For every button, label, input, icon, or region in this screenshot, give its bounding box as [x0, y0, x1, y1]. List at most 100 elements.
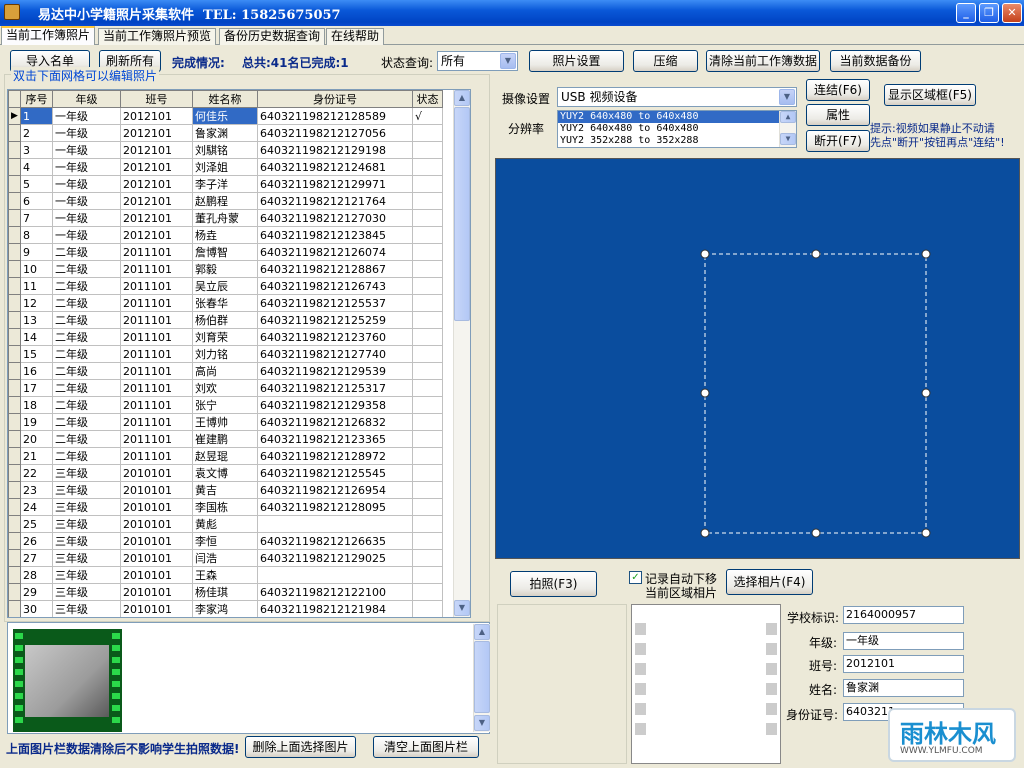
show-frame-button[interactable]: 显示区域框(F5) — [884, 84, 976, 106]
table-cell[interactable]: 8 — [20, 226, 53, 244]
row-indicator[interactable] — [8, 226, 21, 244]
row-indicator[interactable] — [8, 549, 21, 567]
table-cell[interactable]: 640321198212127740 — [257, 345, 413, 363]
table-cell[interactable] — [412, 379, 443, 397]
table-cell[interactable]: 640321198212128972 — [257, 447, 413, 465]
row-indicator[interactable] — [8, 328, 21, 346]
minimize-button[interactable]: _ — [956, 3, 976, 23]
table-cell[interactable]: 二年级 — [52, 345, 121, 363]
table-cell[interactable]: 2010101 — [120, 532, 193, 550]
row-indicator[interactable] — [8, 430, 21, 448]
table-cell[interactable]: 2012101 — [120, 175, 193, 193]
table-cell[interactable]: 三年级 — [52, 583, 121, 601]
table-cell[interactable]: 11 — [20, 277, 53, 295]
table-cell[interactable]: 二年级 — [52, 294, 121, 312]
table-row[interactable]: 25 三年级 2010101 黄彪 — [8, 515, 443, 533]
table-row[interactable]: 15 二年级 2011101 刘力铭 640321198212127740 — [8, 345, 443, 363]
table-row[interactable]: 24 三年级 2010101 李国栋 640321198212128095 — [8, 498, 443, 516]
table-cell[interactable]: √ — [412, 107, 443, 125]
table-cell[interactable]: 2010101 — [120, 583, 193, 601]
table-cell[interactable]: 黄彪 — [192, 515, 258, 533]
table-row[interactable]: 16 二年级 2011101 高尚 640321198212129539 — [8, 362, 443, 380]
table-cell[interactable]: 二年级 — [52, 277, 121, 295]
column-header[interactable]: 身份证号 — [257, 90, 413, 108]
table-cell[interactable]: 2010101 — [120, 481, 193, 499]
row-indicator[interactable] — [8, 379, 21, 397]
table-cell[interactable]: 二年级 — [52, 362, 121, 380]
table-row[interactable]: 17 二年级 2011101 刘欢 640321198212125317 — [8, 379, 443, 397]
table-row[interactable]: 21 二年级 2011101 赵昱琨 640321198212128972 — [8, 447, 443, 465]
table-cell[interactable]: 一年级 — [52, 175, 121, 193]
table-cell[interactable]: 刘力铭 — [192, 345, 258, 363]
table-cell[interactable]: 黄吉 — [192, 481, 258, 499]
table-cell[interactable]: 2012101 — [120, 107, 193, 125]
table-row[interactable]: 20 二年级 2011101 崔建鹏 640321198212123365 — [8, 430, 443, 448]
table-row[interactable]: 7 一年级 2012101 董孔舟蒙 640321198212127030 — [8, 209, 443, 227]
table-row[interactable]: 9 二年级 2011101 詹博智 640321198212126074 — [8, 243, 443, 261]
table-cell[interactable]: 6 — [20, 192, 53, 210]
resolution-scrollbar[interactable]: ▲ ▼ — [779, 111, 796, 147]
table-cell[interactable]: 二年级 — [52, 260, 121, 278]
table-cell[interactable]: 640321198212127056 — [257, 124, 413, 142]
table-cell[interactable] — [412, 498, 443, 516]
resize-handle[interactable] — [921, 249, 931, 259]
disconnect-button[interactable]: 断开(F7) — [806, 130, 870, 152]
table-cell[interactable]: 刘欢 — [192, 379, 258, 397]
table-cell[interactable]: 二年级 — [52, 328, 121, 346]
grid-scrollbar[interactable]: ▲ ▼ — [453, 90, 470, 617]
table-cell[interactable]: 一年级 — [52, 141, 121, 159]
table-cell[interactable]: 2010101 — [120, 566, 193, 584]
grade-field[interactable]: 一年级 — [843, 632, 964, 650]
table-cell[interactable]: 李家鸿 — [192, 600, 258, 617]
table-cell[interactable]: 李国栋 — [192, 498, 258, 516]
table-cell[interactable]: 赵鹏程 — [192, 192, 258, 210]
table-cell[interactable] — [412, 124, 443, 142]
scroll-down-icon[interactable]: ▼ — [474, 715, 490, 731]
table-cell[interactable] — [257, 566, 413, 584]
table-row[interactable]: 2 一年级 2012101 鲁家渊 640321198212127056 — [8, 124, 443, 142]
table-cell[interactable] — [412, 515, 443, 533]
table-cell[interactable] — [412, 260, 443, 278]
crop-frame[interactable] — [496, 159, 1021, 560]
tab-preview[interactable]: 当前工作簿照片预览 — [98, 28, 217, 45]
table-cell[interactable] — [412, 141, 443, 159]
table-cell[interactable]: 郭毅 — [192, 260, 258, 278]
table-cell[interactable]: 2010101 — [120, 515, 193, 533]
row-indicator[interactable]: ▶ — [8, 107, 21, 125]
table-cell[interactable] — [412, 481, 443, 499]
table-cell[interactable]: 640321198212121984 — [257, 600, 413, 617]
table-cell[interactable]: 2012101 — [120, 209, 193, 227]
table-cell[interactable] — [412, 566, 443, 584]
table-cell[interactable]: 2012101 — [120, 226, 193, 244]
film-thumbnail[interactable] — [13, 629, 122, 732]
table-cell[interactable] — [412, 583, 443, 601]
table-cell[interactable] — [412, 549, 443, 567]
clear-photo-strip-button[interactable]: 清空上面图片栏 — [373, 736, 479, 758]
table-cell[interactable]: 28 — [20, 566, 53, 584]
delete-selected-photo-button[interactable]: 删除上面选择图片 — [245, 736, 356, 758]
table-cell[interactable]: 640321198212123760 — [257, 328, 413, 346]
table-row[interactable]: 18 二年级 2011101 张宁 640321198212129358 — [8, 396, 443, 414]
resize-handle[interactable] — [811, 528, 821, 538]
table-cell[interactable]: 22 — [20, 464, 53, 482]
resize-handle[interactable] — [921, 528, 931, 538]
table-cell[interactable]: 20 — [20, 430, 53, 448]
maximize-button[interactable]: ❐ — [979, 3, 999, 23]
table-cell[interactable]: 2011101 — [120, 379, 193, 397]
name-field[interactable]: 鲁家渊 — [843, 679, 964, 697]
table-row[interactable]: 26 三年级 2010101 李恒 640321198212126635 — [8, 532, 443, 550]
table-cell[interactable]: 640321198212125259 — [257, 311, 413, 329]
table-cell[interactable]: 一年级 — [52, 158, 121, 176]
table-cell[interactable] — [412, 413, 443, 431]
table-row[interactable]: 8 一年级 2012101 杨垚 640321198212123845 — [8, 226, 443, 244]
table-cell[interactable]: 2011101 — [120, 277, 193, 295]
table-cell[interactable]: 640321198212122100 — [257, 583, 413, 601]
table-cell[interactable] — [412, 328, 443, 346]
table-row[interactable]: 3 一年级 2012101 刘騏铭 640321198212129198 — [8, 141, 443, 159]
tab-online-help[interactable]: 在线帮助 — [326, 28, 385, 45]
table-cell[interactable]: 三年级 — [52, 532, 121, 550]
row-indicator[interactable] — [8, 124, 21, 142]
scroll-up-icon[interactable]: ▲ — [474, 624, 490, 640]
table-cell[interactable]: 7 — [20, 209, 53, 227]
row-indicator[interactable] — [8, 294, 21, 312]
